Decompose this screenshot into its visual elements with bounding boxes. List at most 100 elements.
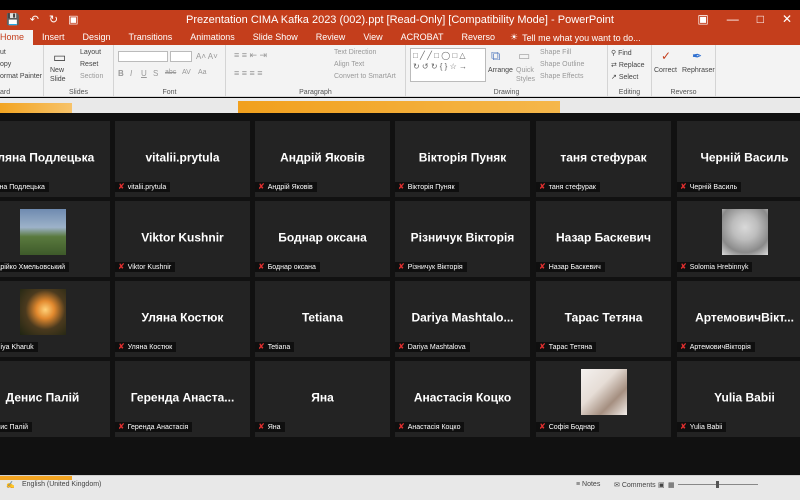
participant-tile[interactable]: Анастасія Коцко ✘ Анастасія Коцко <box>395 361 530 437</box>
font-grow-icon[interactable]: A˄ A˅ <box>196 52 218 61</box>
participant-tile[interactable]: таня стефурак ✘ таня стефурак <box>536 121 671 197</box>
participant-label-text: Тарас Тетяна <box>548 343 593 351</box>
participant-tile[interactable]: ✘Nadiya Kharuk <box>0 281 110 357</box>
tab-reverso[interactable]: Reverso <box>453 30 505 45</box>
correct-icon[interactable]: ✓ <box>661 49 671 63</box>
shadow-button[interactable]: S <box>153 69 158 78</box>
tab-transitions[interactable]: Transitions <box>120 30 182 45</box>
group-drawing: □ ╱ ╱ □ ◯ □ △ ↻ ↺ ↻ { } ☆ → ⧉ Arrange ▭ Q… <box>406 45 608 97</box>
tab-design[interactable]: Design <box>74 30 120 45</box>
convert-smartart-button[interactable]: Convert to SmartArt <box>334 73 396 80</box>
mic-muted-icon: ✘ <box>258 262 265 271</box>
replace-button[interactable]: ⇄ Replace <box>611 61 645 69</box>
copy-button[interactable]: opy <box>0 61 11 68</box>
slide-thumbnail-edge[interactable] <box>0 103 72 113</box>
bullets-icon[interactable]: ≡ ≡ ⇤ ⇥ <box>234 50 267 61</box>
participant-tile[interactable]: Яна ✘ Яна <box>255 361 390 437</box>
comments-label: Comments <box>621 482 656 489</box>
participant-label-text: Viktor Kushnir <box>127 263 172 271</box>
close-icon[interactable]: ✕ <box>782 12 792 26</box>
shape-effects-button[interactable]: Shape Effects <box>540 73 583 80</box>
participant-tile[interactable]: Андрій Яковів ✘ Андрій Яковів <box>255 121 390 197</box>
notes-button[interactable]: ≡ Notes <box>576 481 600 488</box>
bold-button[interactable]: B <box>118 69 124 78</box>
spelling-icon[interactable]: ✍ <box>6 481 15 489</box>
new-slide-button[interactable]: New <box>50 67 64 74</box>
char-spacing-button[interactable]: AV <box>182 69 191 76</box>
new-slide-icon[interactable]: ▭ <box>53 49 66 66</box>
participant-display-name: Геренда Анаста... <box>130 390 235 405</box>
participant-tile[interactable]: Yulia Babii ✘ Yulia Babii <box>677 361 800 437</box>
participant-name-label: ✘ Solomia Hrebinnyk <box>677 262 753 272</box>
participant-tile[interactable]: vitalii.prytula ✘ vitalii.prytula <box>115 121 250 197</box>
tab-slide-show[interactable]: Slide Show <box>244 30 307 45</box>
tab-acrobat[interactable]: ACROBAT <box>392 30 453 45</box>
text-direction-button[interactable]: Text Direction <box>334 49 376 56</box>
tab-insert[interactable]: Insert <box>33 30 74 45</box>
restore-icon[interactable]: □ <box>757 12 764 26</box>
align-text-button[interactable]: Align Text <box>334 61 364 68</box>
participant-avatar <box>721 209 768 255</box>
participant-name-label: ✘ АртемовичВікторія <box>677 342 755 352</box>
find-button[interactable]: ⚲ Find <box>611 49 632 57</box>
rephraser-button[interactable]: Rephraser <box>682 67 715 74</box>
participant-tile[interactable]: Viktor Kushnir ✘ Viktor Kushnir <box>115 201 250 277</box>
participant-tile[interactable]: ✘Андрійко Хмельовський <box>0 201 110 277</box>
participant-tile[interactable]: Назар Баскевич ✘ Назар Баскевич <box>536 201 671 277</box>
participant-name-label: ✘ Dariya Mashtalova <box>395 342 470 352</box>
shape-fill-button[interactable]: Shape Fill <box>540 49 571 56</box>
participant-tile[interactable]: Tetiana ✘ Tetiana <box>255 281 390 357</box>
slide-canvas-edge[interactable] <box>238 101 560 113</box>
participant-tile[interactable]: ✘ Solomia Hrebinnyk <box>677 201 800 277</box>
quick-styles-button[interactable]: Quick <box>516 67 534 74</box>
tab-home[interactable]: Home <box>0 30 34 45</box>
comments-button[interactable]: ✉ Comments <box>614 481 656 489</box>
rephraser-icon[interactable]: ✒ <box>692 49 702 63</box>
tab-view[interactable]: View <box>354 30 391 45</box>
section-button[interactable]: Section <box>80 73 103 80</box>
participant-tile[interactable]: Уляна Костюк ✘ Уляна Костюк <box>115 281 250 357</box>
participant-display-name: vitalii.prytula <box>145 150 220 165</box>
participant-tile[interactable]: АртемовичВікт... ✘ АртемовичВікторія <box>677 281 800 357</box>
alignment-icon[interactable]: ≡ ≡ ≡ ≡ <box>234 68 263 78</box>
italic-button[interactable]: I <box>130 69 132 78</box>
font-name-field[interactable] <box>118 51 168 62</box>
tell-me-box[interactable]: ☀ Tell me what you want to do... <box>504 32 641 43</box>
shapes-gallery[interactable]: □ ╱ ╱ □ ◯ □ △ ↻ ↺ ↻ { } ☆ → <box>410 48 486 82</box>
shape-outline-button[interactable]: Shape Outline <box>540 61 584 68</box>
view-normal-icon[interactable]: ▣ <box>658 481 665 489</box>
tab-animations[interactable]: Animations <box>181 30 244 45</box>
select-button[interactable]: ↗ Select <box>611 73 638 81</box>
lightbulb-icon: ☀ <box>510 32 519 42</box>
format-painter-button[interactable]: ormat Painter <box>0 73 42 80</box>
layout-button[interactable]: Layout <box>80 49 101 56</box>
participant-label-text: Yulia Babii <box>689 423 723 431</box>
arrange-button[interactable]: Arrange <box>488 67 513 74</box>
participant-tile[interactable]: Геренда Анаста... ✘ Геренда Анастасія <box>115 361 250 437</box>
participant-tile[interactable]: Уляна Подлецька✘Уляна Подлецька <box>0 121 110 197</box>
ribbon-display-icon[interactable]: ▣ <box>697 12 708 26</box>
language-status[interactable]: English (United Kingdom) <box>22 481 101 488</box>
participant-label-text: Яна <box>267 423 281 431</box>
cut-button[interactable]: ut <box>0 49 6 56</box>
quick-styles-icon[interactable]: ▭ <box>518 48 530 64</box>
participant-tile[interactable]: Денис Палій✘Денис Палій <box>0 361 110 437</box>
view-sorter-icon[interactable]: ▦ <box>668 481 675 489</box>
tab-review[interactable]: Review <box>307 30 355 45</box>
change-case-button[interactable]: Aa <box>198 69 207 76</box>
participant-tile[interactable]: Різничук Вікторія ✘ Різничук Вікторія <box>395 201 530 277</box>
reset-button[interactable]: Reset <box>80 61 98 68</box>
font-size-field[interactable] <box>170 51 192 62</box>
correct-button[interactable]: Correct <box>654 67 677 74</box>
participant-tile[interactable]: Вікторія Пуняк ✘ Вікторія Пуняк <box>395 121 530 197</box>
zoom-slider-knob[interactable] <box>716 481 719 488</box>
participant-tile[interactable]: Боднар оксана ✘ Боднар оксана <box>255 201 390 277</box>
participant-tile[interactable]: ✘ Софія Боднар <box>536 361 671 437</box>
participant-tile[interactable]: Dariya Mashtalo... ✘ Dariya Mashtalova <box>395 281 530 357</box>
participant-tile[interactable]: Тарас Тетяна ✘ Тарас Тетяна <box>536 281 671 357</box>
arrange-icon[interactable]: ⧉ <box>491 48 500 64</box>
strikethrough-button[interactable]: abc <box>165 69 176 76</box>
participant-tile[interactable]: Черній Василь ✘ Черній Василь <box>677 121 800 197</box>
minimize-icon[interactable]: — <box>727 12 739 26</box>
underline-button[interactable]: U <box>141 69 147 78</box>
